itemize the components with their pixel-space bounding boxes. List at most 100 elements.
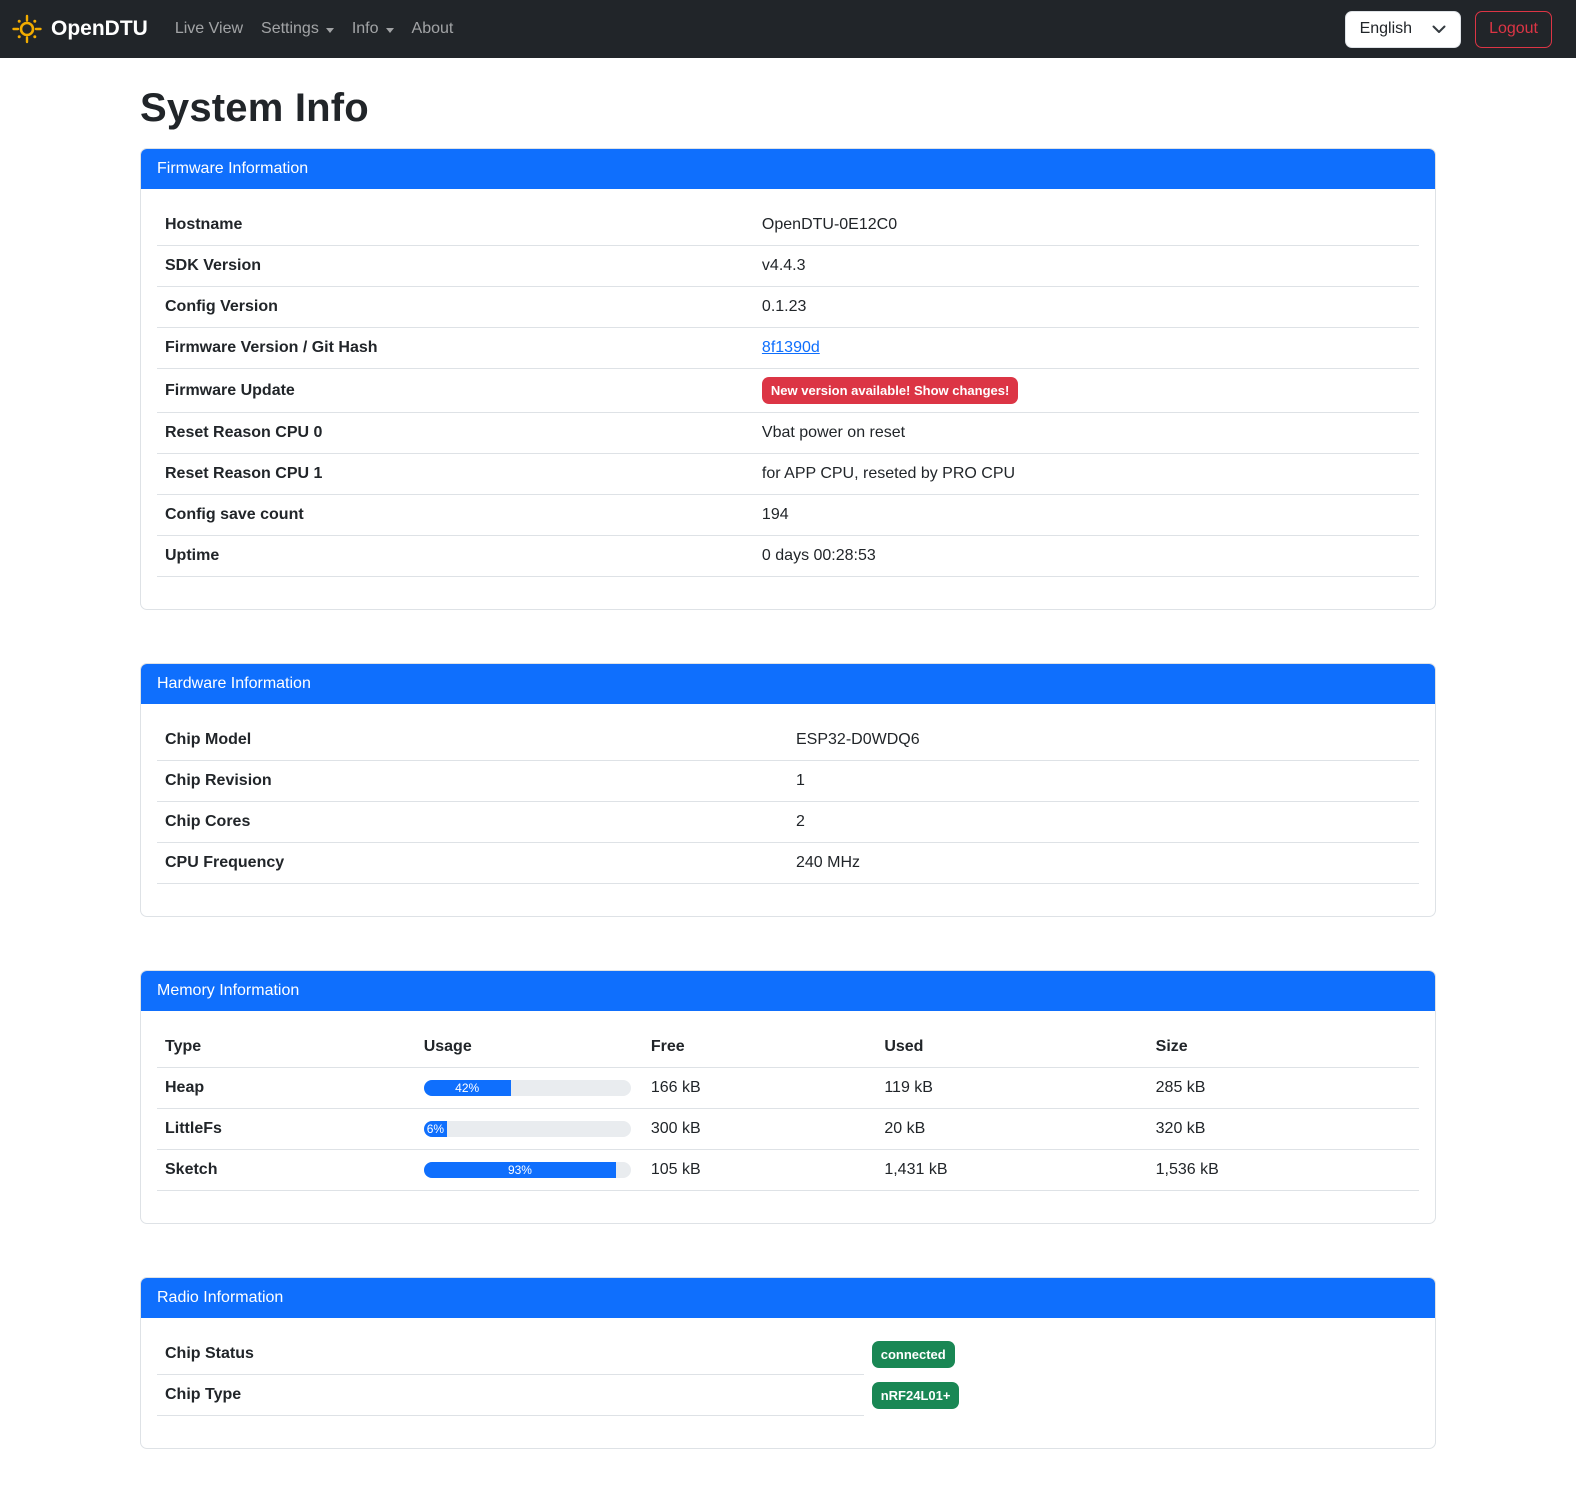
row-label: LittleFs (157, 1109, 416, 1150)
nav-items: Live View Settings Info About (166, 9, 463, 49)
table-row: Chip Revision 1 (157, 761, 1419, 802)
row-value: nRF24L01+ (864, 1375, 968, 1416)
main-content: System Info Firmware Information Hostnam… (128, 78, 1448, 1449)
radio-table: Chip Status connected Chip Type nRF24L01… (157, 1334, 1419, 1416)
row-value: OpenDTU-0E12C0 (754, 205, 1419, 246)
row-value: 2 (788, 802, 1419, 843)
row-value: ESP32-D0WDQ6 (788, 720, 1419, 761)
table-row: Config save count 194 (157, 495, 1419, 536)
hardware-table: Chip Model ESP32-D0WDQ6 Chip Revision 1 … (157, 720, 1419, 884)
radio-card-body: Chip Status connected Chip Type nRF24L01… (141, 1318, 1435, 1448)
row-value: for APP CPU, reseted by PRO CPU (754, 454, 1419, 495)
row-value: Vbat power on reset (754, 413, 1419, 454)
table-row: Chip Status connected (157, 1334, 1419, 1375)
nav-settings-label: Settings (261, 17, 319, 41)
row-label: Sketch (157, 1150, 416, 1191)
sketch-progress-bar: 93% (424, 1162, 631, 1178)
chip-status-badge: connected (872, 1341, 955, 1368)
row-label: SDK Version (157, 246, 754, 287)
littlefs-progress-bar: 6% (424, 1121, 631, 1137)
column-header: Size (1148, 1027, 1419, 1068)
page-title: System Info (140, 78, 1436, 138)
row-label: Reset Reason CPU 0 (157, 413, 754, 454)
firmware-card-header: Firmware Information (141, 149, 1435, 189)
brand[interactable]: OpenDTU (12, 13, 148, 45)
memory-card-body: Type Usage Free Used Size Heap 42% (141, 1011, 1435, 1223)
row-value: 0.1.23 (754, 287, 1419, 328)
sun-logo-icon (12, 14, 42, 44)
used-cell: 1,431 kB (876, 1150, 1147, 1191)
table-row: Reset Reason CPU 0 Vbat power on reset (157, 413, 1419, 454)
progress-label: 93% (508, 1162, 532, 1178)
nav-info[interactable]: Info (343, 9, 403, 49)
usage-cell: 6% (416, 1109, 643, 1150)
size-cell: 1,536 kB (1148, 1150, 1419, 1191)
row-label: Uptime (157, 536, 754, 577)
heap-progress-bar: 42% (424, 1080, 631, 1096)
row-label: Chip Status (157, 1334, 864, 1375)
table-row: Config Version 0.1.23 (157, 287, 1419, 328)
row-value: connected (864, 1334, 963, 1375)
table-row: Uptime 0 days 00:28:53 (157, 536, 1419, 577)
row-label: Reset Reason CPU 1 (157, 454, 754, 495)
row-value: 240 MHz (788, 843, 1419, 884)
memory-card: Memory Information Type Usage Free Used … (140, 970, 1436, 1224)
firmware-card-body: Hostname OpenDTU-0E12C0 SDK Version v4.4… (141, 189, 1435, 609)
usage-cell: 42% (416, 1068, 643, 1109)
chevron-down-icon (386, 28, 394, 33)
column-header: Free (643, 1027, 876, 1068)
row-value: 1 (788, 761, 1419, 802)
column-header: Used (876, 1027, 1147, 1068)
language-select-value: English (1360, 17, 1412, 41)
radio-card: Radio Information Chip Status connected … (140, 1277, 1436, 1449)
nav-settings[interactable]: Settings (252, 9, 343, 49)
row-label: Firmware Update (157, 369, 754, 413)
row-value: 194 (754, 495, 1419, 536)
row-value: 0 days 00:28:53 (754, 536, 1419, 577)
table-row: Chip Model ESP32-D0WDQ6 (157, 720, 1419, 761)
nav-live-view-label: Live View (175, 17, 243, 41)
size-cell: 285 kB (1148, 1068, 1419, 1109)
row-label: Chip Revision (157, 761, 788, 802)
table-row: Chip Type nRF24L01+ (157, 1375, 1419, 1416)
table-row: SDK Version v4.4.3 (157, 246, 1419, 287)
table-row: Heap 42% 166 kB 119 kB 285 kB (157, 1068, 1419, 1109)
logout-button[interactable]: Logout (1475, 11, 1552, 48)
row-label: Chip Type (157, 1375, 864, 1416)
row-label: Chip Cores (157, 802, 788, 843)
table-row: Firmware Update New version available! S… (157, 369, 1419, 413)
progress-label: 42% (455, 1080, 479, 1096)
firmware-update-badge[interactable]: New version available! Show changes! (762, 377, 1018, 404)
table-row: Firmware Version / Git Hash 8f1390d (157, 328, 1419, 369)
nav-about[interactable]: About (403, 9, 463, 49)
hardware-card: Hardware Information Chip Model ESP32-D0… (140, 663, 1436, 917)
hardware-card-header: Hardware Information (141, 664, 1435, 704)
table-row: Reset Reason CPU 1 for APP CPU, reseted … (157, 454, 1419, 495)
column-header: Type (157, 1027, 416, 1068)
progress-label: 6% (427, 1121, 444, 1137)
firmware-card: Firmware Information Hostname OpenDTU-0E… (140, 148, 1436, 610)
memory-card-header: Memory Information (141, 971, 1435, 1011)
row-label: Heap (157, 1068, 416, 1109)
language-select[interactable]: English (1345, 11, 1461, 48)
row-value: 8f1390d (754, 328, 1419, 369)
chip-type-badge: nRF24L01+ (872, 1382, 960, 1409)
navbar: OpenDTU Live View Settings Info About En… (0, 0, 1576, 58)
row-value: v4.4.3 (754, 246, 1419, 287)
chevron-down-icon (326, 28, 334, 33)
nav-about-label: About (412, 17, 454, 41)
nav-live-view[interactable]: Live View (166, 9, 252, 49)
free-cell: 300 kB (643, 1109, 876, 1150)
free-cell: 105 kB (643, 1150, 876, 1191)
nav-info-label: Info (352, 17, 379, 41)
git-hash-link[interactable]: 8f1390d (762, 339, 820, 356)
firmware-table: Hostname OpenDTU-0E12C0 SDK Version v4.4… (157, 205, 1419, 577)
radio-card-header: Radio Information (141, 1278, 1435, 1318)
table-row: CPU Frequency 240 MHz (157, 843, 1419, 884)
row-value: New version available! Show changes! (754, 369, 1419, 413)
usage-cell: 93% (416, 1150, 643, 1191)
brand-label: OpenDTU (51, 13, 148, 45)
row-label: Hostname (157, 205, 754, 246)
row-label: Config save count (157, 495, 754, 536)
hardware-card-body: Chip Model ESP32-D0WDQ6 Chip Revision 1 … (141, 704, 1435, 916)
